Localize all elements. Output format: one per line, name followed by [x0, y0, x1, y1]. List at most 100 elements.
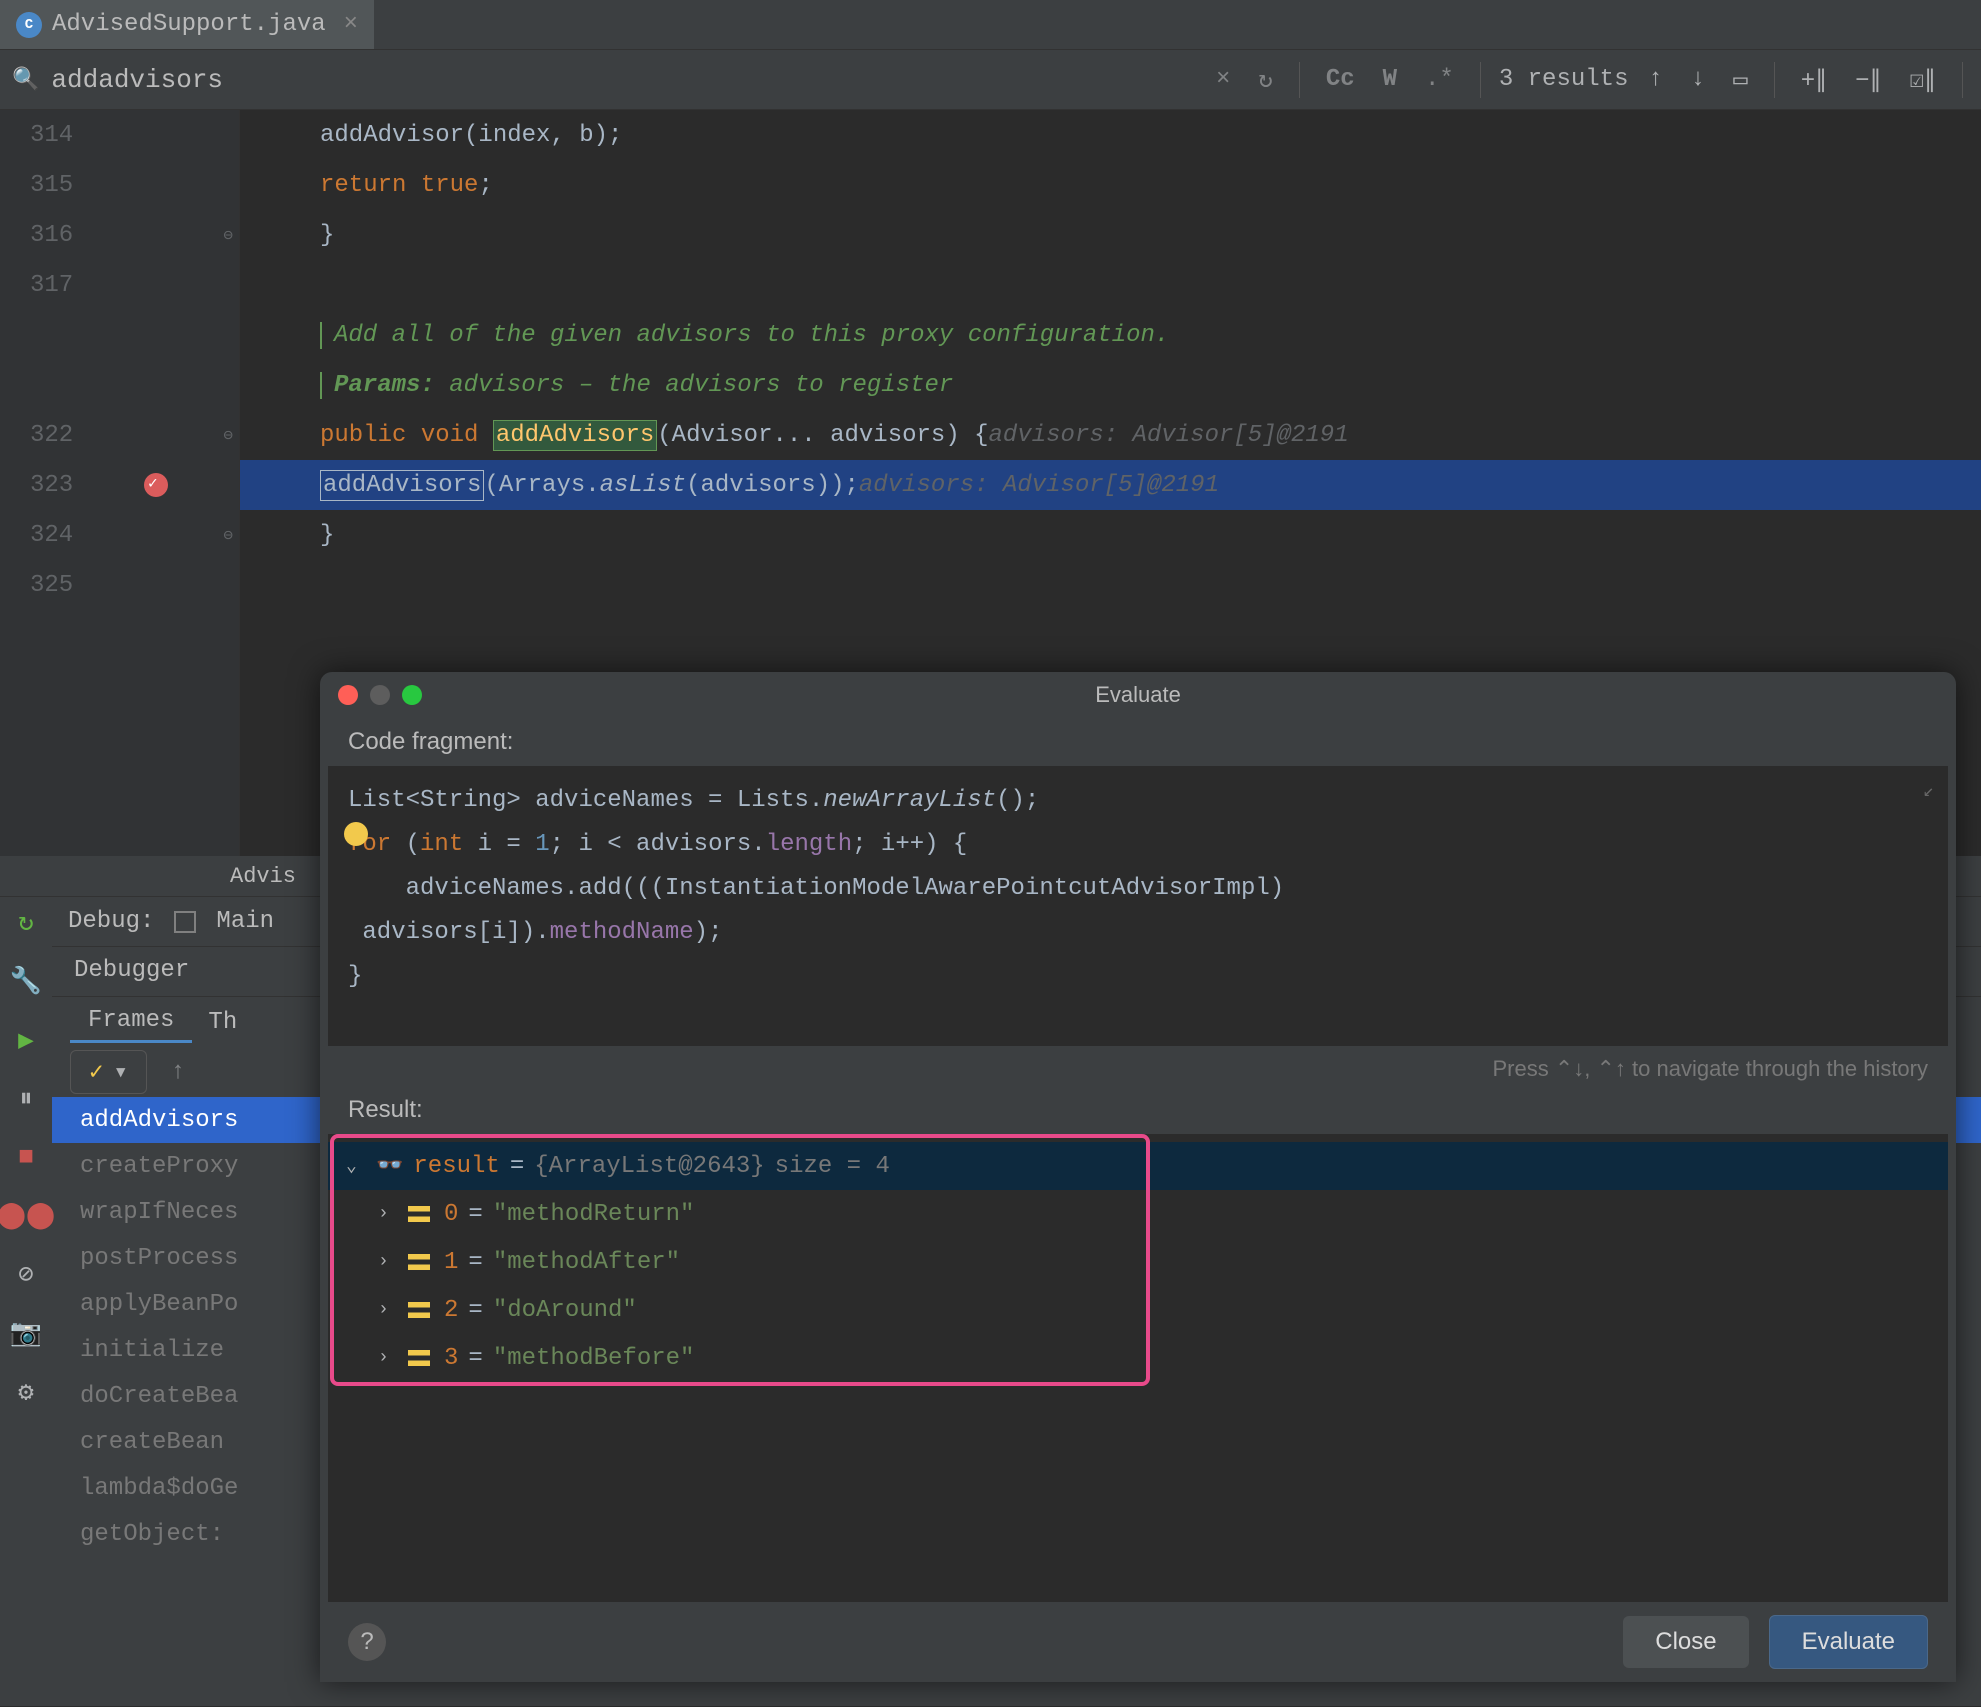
camera-icon[interactable]: 📷	[10, 1318, 42, 1349]
next-match-icon[interactable]: ↓	[1683, 66, 1713, 93]
var-value: "doAround"	[493, 1297, 637, 1324]
collapse-icon[interactable]: ↙	[1923, 780, 1934, 802]
tab-frames[interactable]: Frames	[70, 1001, 192, 1043]
code-text: (advisors));	[686, 472, 859, 499]
navigate-hint: Press ⌃↓, ⌃↑ to navigate through the his…	[320, 1046, 1956, 1086]
inline-hint: advisors: Advisor[5]@2191	[859, 472, 1219, 499]
code-text: ();	[996, 787, 1039, 814]
evaluate-button[interactable]: Evaluate	[1769, 1615, 1928, 1669]
settings-icon[interactable]: 🔧	[10, 966, 42, 997]
field-icon	[408, 1254, 430, 1270]
javadoc-text: advisors – the advisors to register	[449, 372, 953, 399]
close-button[interactable]: Close	[1623, 1616, 1748, 1668]
var-index: 0	[444, 1201, 458, 1228]
pause-icon[interactable]: ⏸	[19, 1084, 32, 1114]
code-text: List<String> adviceNames = Lists.	[348, 787, 823, 814]
tree-item[interactable]: › 3 = "methodBefore"	[328, 1334, 1948, 1382]
tree-item[interactable]: › 1 = "methodAfter"	[328, 1238, 1948, 1286]
code-text: methodName	[550, 919, 694, 946]
window-minimize-icon[interactable]	[370, 685, 390, 705]
clear-icon[interactable]: ×	[1208, 66, 1238, 93]
var-index: 1	[444, 1249, 458, 1276]
thread-selector[interactable]: ✓ ▾	[70, 1050, 147, 1094]
editor-tab-bar: C AdvisedSupport.java ×	[0, 0, 1981, 50]
var-index: 2	[444, 1297, 458, 1324]
dialog-titlebar[interactable]: Evaluate	[320, 672, 1956, 718]
select-occurrences-icon[interactable]: ☑∥	[1902, 65, 1944, 95]
method-name: addAdvisors	[493, 420, 657, 451]
tab-debugger[interactable]: Debugger	[52, 947, 211, 996]
code-text: adviceNames.add(((InstantiationModelAwar…	[348, 875, 1284, 902]
fold-marker-icon[interactable]: ⊖	[223, 425, 233, 445]
chevron-right-icon[interactable]: ›	[378, 1204, 398, 1224]
run-config-icon	[174, 911, 196, 933]
chevron-down-icon[interactable]: ⌄	[346, 1155, 366, 1177]
dropdown-icon: ▾	[113, 1057, 127, 1087]
history-icon[interactable]: ↻	[1250, 65, 1280, 95]
regex-icon[interactable]: .*	[1417, 66, 1462, 93]
javadoc-text: Add all of the given advisors to this pr…	[334, 322, 1169, 349]
code-text: }	[348, 963, 362, 990]
field-icon	[408, 1206, 430, 1222]
add-selection-icon[interactable]: +∥	[1793, 65, 1835, 95]
inline-hint: advisors: Advisor[5]@2191	[989, 422, 1349, 449]
keyword: public void	[320, 422, 493, 449]
chevron-right-icon[interactable]: ›	[378, 1348, 398, 1368]
line-number: 325	[0, 560, 239, 610]
code-text: }	[320, 222, 334, 249]
prev-frame-icon[interactable]: ↑	[163, 1059, 193, 1086]
var-size: size = 4	[775, 1153, 890, 1180]
code-text: (Advisor... advisors) {	[657, 422, 988, 449]
line-number: 315	[0, 160, 239, 210]
window-close-icon[interactable]	[338, 685, 358, 705]
view-breakpoints-icon[interactable]: ⬤⬤	[0, 1200, 55, 1231]
var-value: "methodAfter"	[493, 1249, 680, 1276]
var-value: "methodBefore"	[493, 1345, 695, 1372]
tab-label: AdvisedSupport.java	[52, 11, 326, 38]
code-text: newArrayList	[823, 787, 996, 814]
search-icon: 🔍	[12, 67, 39, 93]
find-bar: 🔍 × ↻ Cc W .* 3 results ↑ ↓ ▭ +∥ −∥ ☑∥	[0, 50, 1981, 110]
field-icon	[408, 1302, 430, 1318]
fold-marker-icon[interactable]: ⊖	[223, 225, 233, 245]
remove-selection-icon[interactable]: −∥	[1847, 65, 1889, 95]
code-text: (Arrays.	[484, 472, 599, 499]
tree-item[interactable]: › 2 = "doAround"	[328, 1286, 1948, 1334]
dialog-button-bar: ? Close Evaluate	[320, 1602, 1956, 1682]
mute-breakpoints-icon[interactable]: ⊘	[18, 1259, 34, 1290]
check-icon: ✓	[89, 1057, 103, 1087]
code-fragment-label: Code fragment:	[320, 718, 1956, 766]
tab-close-icon[interactable]: ×	[344, 11, 358, 38]
window-zoom-icon[interactable]	[402, 685, 422, 705]
run-config-name: Main	[216, 908, 274, 935]
chevron-right-icon[interactable]: ›	[378, 1300, 398, 1320]
stop-icon[interactable]: ■	[18, 1142, 34, 1172]
breakpoint-icon[interactable]	[144, 473, 168, 497]
intention-bulb-icon[interactable]	[344, 822, 368, 846]
var-name: result	[413, 1153, 499, 1180]
tree-item[interactable]: › 0 = "methodReturn"	[328, 1190, 1948, 1238]
tree-root[interactable]: ⌄ 👓 result = {ArrayList@2643} size = 4	[328, 1142, 1948, 1190]
evaluate-dialog: Evaluate Code fragment: ↙ List<String> a…	[320, 672, 1956, 1682]
prev-match-icon[interactable]: ↑	[1640, 66, 1670, 93]
words-icon[interactable]: W	[1375, 66, 1405, 93]
var-type: {ArrayList@2643}	[534, 1153, 764, 1180]
line-number	[0, 310, 239, 360]
help-button[interactable]: ?	[348, 1623, 386, 1661]
search-input[interactable]	[51, 65, 1196, 95]
code-fragment-editor[interactable]: ↙ List<String> adviceNames = Lists.newAr…	[328, 766, 1948, 1046]
line-number: 316⊖	[0, 210, 239, 260]
gear-icon[interactable]: ⚙	[18, 1377, 34, 1408]
chevron-right-icon[interactable]: ›	[378, 1252, 398, 1272]
select-all-icon[interactable]: ▭	[1725, 65, 1755, 95]
rerun-icon[interactable]: ↻	[18, 907, 34, 938]
file-tab[interactable]: C AdvisedSupport.java ×	[0, 0, 374, 49]
result-label: Result:	[320, 1086, 1956, 1134]
result-tree[interactable]: ⌄ 👓 result = {ArrayList@2643} size = 4 ›…	[328, 1134, 1948, 1602]
tab-threads[interactable]: Th	[208, 1009, 237, 1036]
field-icon	[408, 1350, 430, 1366]
match-case-icon[interactable]: Cc	[1318, 66, 1363, 93]
resume-icon[interactable]: ▶	[18, 1025, 34, 1056]
method-name: addAdvisors	[320, 470, 484, 501]
fold-marker-icon[interactable]: ⊖	[223, 525, 233, 545]
